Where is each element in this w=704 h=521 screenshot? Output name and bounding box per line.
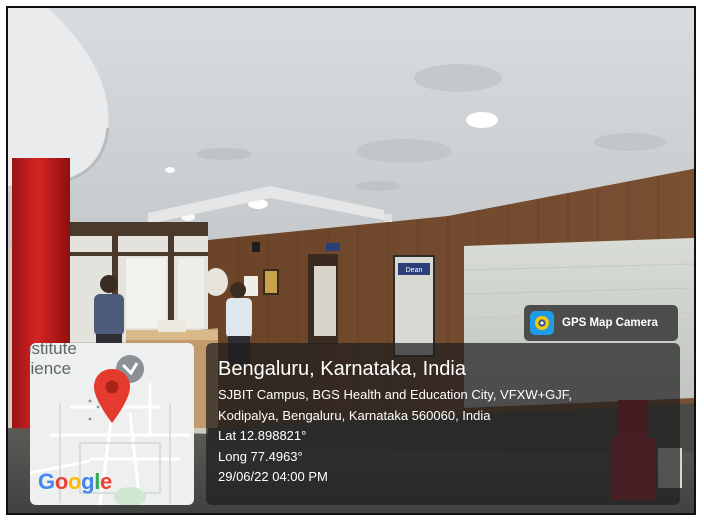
timestamp: 29/06/22 04:00 PM bbox=[218, 469, 328, 484]
latitude: Lat 12.898821° bbox=[218, 428, 307, 443]
address-line: SJBIT Campus, BGS Health and Education C… bbox=[218, 387, 572, 402]
map-place-label: nstitute bbox=[30, 343, 77, 358]
map-place-label: cience bbox=[30, 359, 72, 378]
gps-map-camera-badge: GPS Map Camera bbox=[524, 305, 678, 341]
google-logo: Google bbox=[38, 469, 112, 494]
gps-map-camera-label: GPS Map Camera bbox=[562, 317, 658, 329]
map-thumbnail: nstitute cience Google bbox=[30, 343, 194, 505]
longitude: Long 77.4963° bbox=[218, 448, 303, 464]
gps-map-camera-icon bbox=[530, 311, 554, 335]
location-title: Bengaluru, Karnataka, India bbox=[218, 358, 466, 380]
photo-overlay: GPS Map Camera stitute ience Google Beng… bbox=[8, 8, 694, 513]
address-line: Kodipalya, Bengaluru, Karnataka 560060, … bbox=[218, 407, 491, 423]
location-info-panel: Bengaluru, Karnataka, India SJBIT Campus… bbox=[206, 343, 680, 505]
photo-frame: Dean GPS Map Camera stitute ience Google… bbox=[6, 6, 696, 515]
map-pin-icon bbox=[94, 369, 130, 423]
